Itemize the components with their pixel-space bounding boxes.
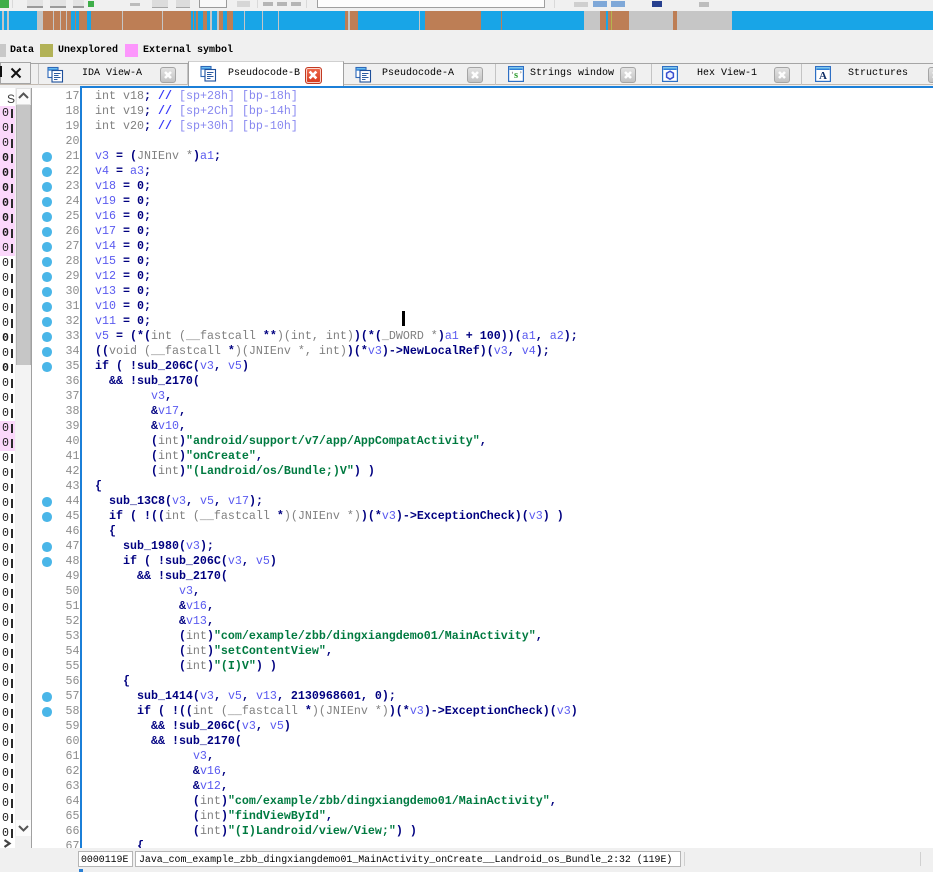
svg-text:A: A	[819, 70, 827, 82]
svg-text:‘: ‘	[511, 71, 513, 79]
svg-text:’: ’	[520, 71, 522, 79]
svg-text:s: s	[514, 70, 518, 81]
